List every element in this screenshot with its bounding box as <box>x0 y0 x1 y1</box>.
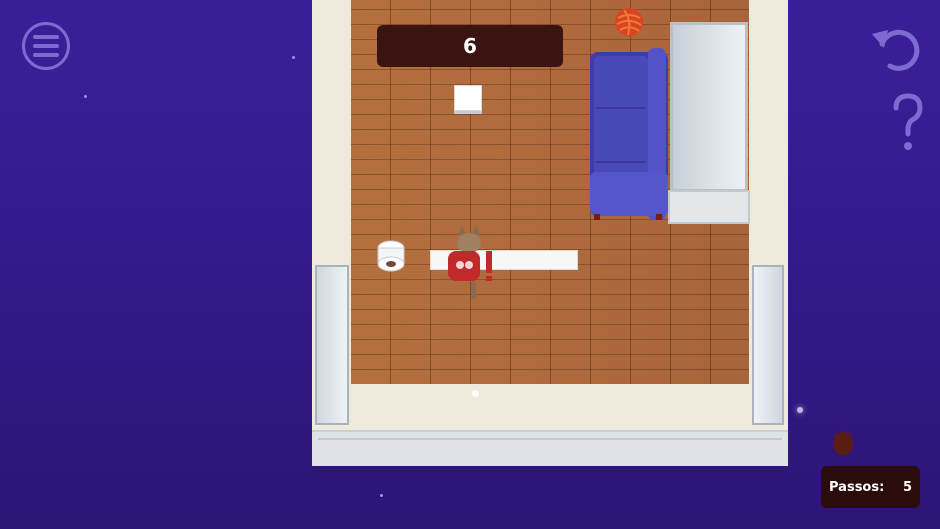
counter-value: 6 <box>463 34 477 58</box>
position-marker <box>472 390 479 397</box>
star <box>292 56 295 59</box>
paw-icon <box>833 431 853 455</box>
moves-counter: 6 <box>377 25 563 67</box>
steps-label: Passos: <box>829 479 885 495</box>
undo-arrow-icon[interactable] <box>868 20 924 76</box>
white-box[interactable] <box>454 85 482 111</box>
star <box>797 407 803 413</box>
sofa <box>590 48 668 220</box>
star <box>84 95 87 98</box>
yarn-ball-icon <box>615 8 643 36</box>
menu-button[interactable] <box>22 22 70 70</box>
hamburger-menu-icon <box>33 35 59 39</box>
cat-character[interactable] <box>440 225 498 301</box>
question-mark-icon[interactable] <box>888 92 928 156</box>
window-sill <box>668 190 750 224</box>
room <box>312 0 788 466</box>
room-base <box>312 430 788 466</box>
wall-window <box>670 22 748 192</box>
steps-value: 5 <box>902 479 912 495</box>
steps-panel: Passos: 5 <box>821 466 920 508</box>
left-window <box>315 265 349 425</box>
star <box>380 494 383 497</box>
toilet-paper-icon[interactable] <box>376 238 406 272</box>
right-window <box>752 265 784 425</box>
